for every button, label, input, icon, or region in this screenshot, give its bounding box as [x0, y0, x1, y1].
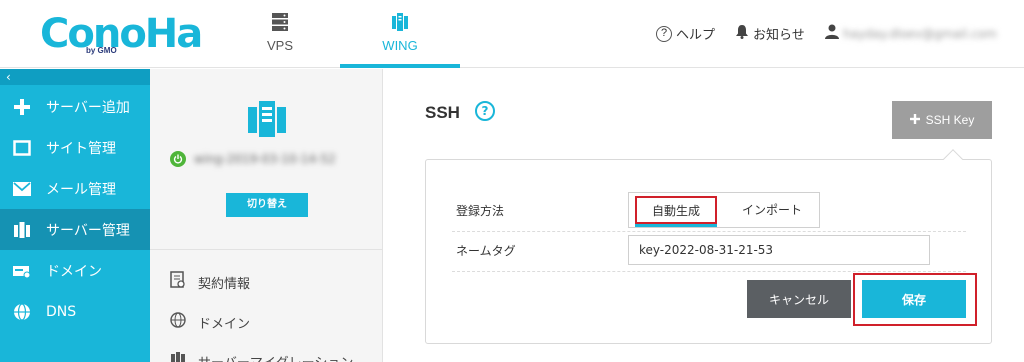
add-ssh-key-label: SSH Key [925, 113, 975, 127]
active-tab-indicator [340, 64, 460, 68]
sidebar-item-label: ドメイン [46, 263, 102, 280]
sidebar-item-domain[interactable]: ドメイン [0, 250, 150, 291]
mail-icon [12, 179, 32, 199]
panel-link-domain[interactable]: ドメイン [170, 312, 250, 332]
bell-icon [735, 24, 749, 43]
help-label: ヘルプ [676, 28, 716, 43]
panel-link-label: 契約情報 [198, 276, 251, 292]
globe-icon [170, 312, 186, 332]
help-circle-icon: ? [656, 25, 672, 42]
logo-sub: by GMO [86, 46, 117, 55]
page-title: SSH [425, 103, 460, 122]
server-stack-icon [271, 12, 289, 36]
panel-link-label: サーバーマイグレーション [198, 352, 353, 362]
conoha-logo[interactable]: ConoHa by GMO [40, 8, 203, 60]
save-button[interactable]: 保存 [862, 280, 966, 318]
nametag-label: ネームタグ [456, 244, 516, 258]
server-summary: wing-2019-03-10-14-52 切り替え [150, 69, 383, 250]
method-segmented-control: 自動生成 インポート [628, 192, 820, 228]
sidebar-item-label: メール管理 [46, 181, 116, 198]
divider [452, 271, 966, 272]
plus-icon [909, 113, 920, 127]
panel-link-contract[interactable]: 契約情報 [170, 271, 250, 293]
logo-text: ConoHa [40, 11, 203, 57]
server-icon [12, 220, 32, 240]
server-name: wing-2019-03-10-14-52 [194, 152, 336, 166]
switch-server-button[interactable]: 切り替え [226, 193, 308, 217]
tab-vps-label: VPS [266, 38, 293, 53]
sidebar-item-site[interactable]: サイト管理 [0, 127, 150, 168]
domain-icon [12, 261, 32, 281]
wing-server-large-icon [246, 99, 288, 143]
tab-wing[interactable]: WING [340, 0, 460, 68]
method-option-import[interactable]: インポート [729, 196, 815, 224]
top-header: ConoHa by GMO VPS WING ? ヘルプ お知らせ hayday… [0, 0, 1024, 68]
wing-server-icon [390, 12, 410, 36]
method-option-auto[interactable]: 自動生成 [635, 196, 717, 224]
sidebar-collapse-button[interactable]: ‹ [0, 69, 150, 85]
ssh-key-form: 登録方法 自動生成 インポート ネームタグ キャンセル 保存 [425, 149, 992, 344]
sidebar-item-server[interactable]: サーバー管理 [0, 209, 150, 250]
panel-link-migration[interactable]: サーバーマイグレーション [170, 351, 353, 362]
help-circle-icon[interactable]: ? [475, 101, 495, 121]
cancel-button[interactable]: キャンセル [747, 280, 851, 318]
server-panel: wing-2019-03-10-14-52 切り替え 契約情報 ドメイン サーバ… [150, 69, 383, 362]
globe-icon [12, 302, 32, 322]
tab-vps[interactable]: VPS [240, 0, 320, 68]
add-ssh-key-button[interactable]: SSH Key [892, 101, 992, 139]
plus-icon [12, 97, 32, 117]
tab-wing-label: WING [382, 38, 418, 53]
contract-icon [170, 271, 186, 293]
sidebar: ‹ サーバー追加 サイト管理 メール管理 サーバー管理 ドメイン DNS [0, 69, 150, 362]
main-content: SSH ? SSH Key 登録方法 自動生成 インポート ネームタグ キャンセ… [383, 69, 1024, 362]
user-email: hayday.dloev@gmail.com [843, 26, 997, 41]
migration-icon [170, 351, 186, 362]
panel-link-label: ドメイン [198, 316, 251, 332]
user-menu[interactable]: hayday.dloev@gmail.com [825, 24, 997, 43]
help-link[interactable]: ? ヘルプ [656, 24, 715, 43]
method-label: 登録方法 [456, 204, 505, 218]
sidebar-item-label: サーバー管理 [46, 222, 130, 239]
news-label: お知らせ [753, 28, 805, 43]
selected-option-indicator [635, 224, 717, 227]
sidebar-item-add-server[interactable]: サーバー追加 [0, 86, 150, 127]
sidebar-item-label: DNS [46, 303, 77, 320]
sidebar-item-label: サーバー追加 [46, 99, 130, 116]
server-status: wing-2019-03-10-14-52 [170, 151, 336, 167]
user-icon [825, 24, 839, 43]
card-pointer [943, 149, 963, 169]
sidebar-item-label: サイト管理 [46, 140, 116, 157]
nametag-input[interactable] [628, 235, 930, 265]
divider [452, 231, 966, 232]
power-icon [170, 151, 186, 167]
news-link[interactable]: お知らせ [735, 24, 805, 43]
sidebar-item-dns[interactable]: DNS [0, 291, 150, 332]
window-icon [12, 138, 32, 158]
sidebar-item-mail[interactable]: メール管理 [0, 168, 150, 209]
